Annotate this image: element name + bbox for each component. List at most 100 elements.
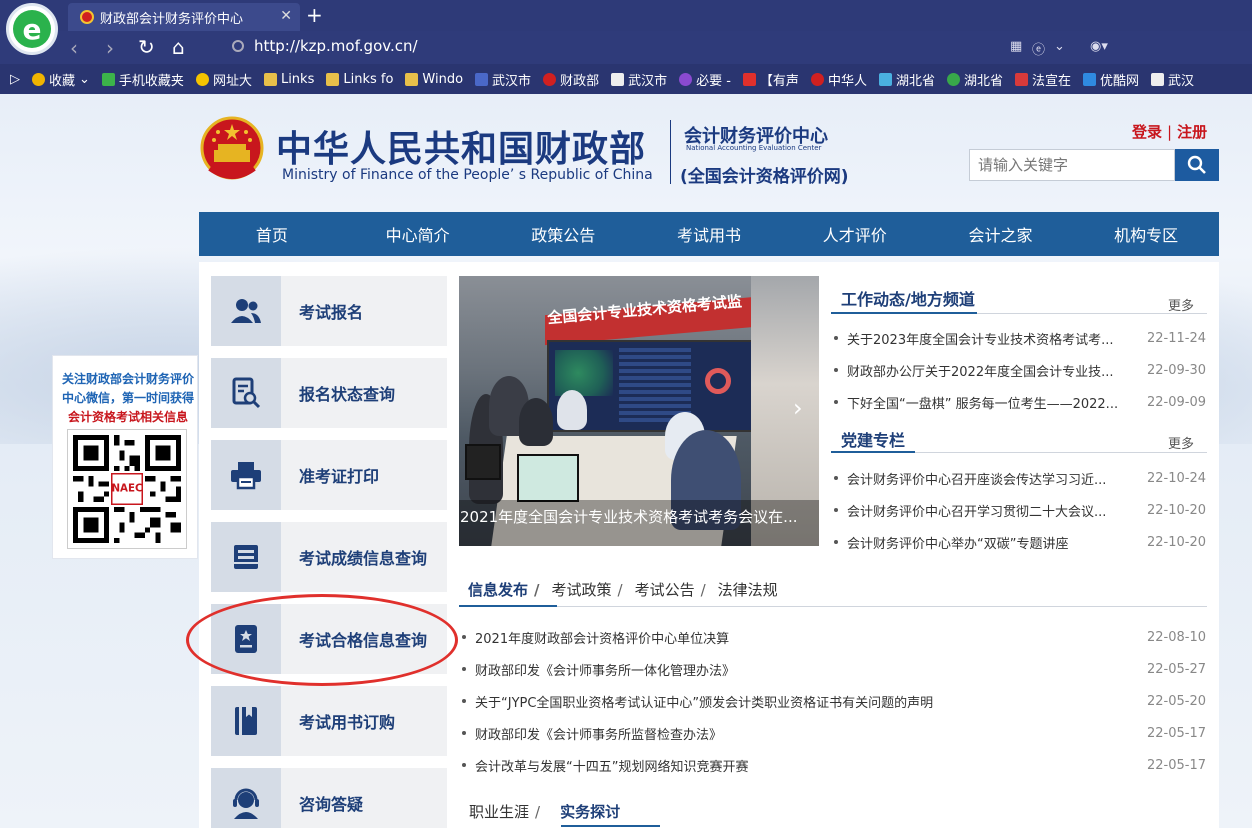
- bookmark-item[interactable]: 收藏 ⌄: [32, 70, 90, 89]
- list-item[interactable]: 关于2023年度全国会计专业技术资格考试考... 22-11-24: [834, 322, 1206, 354]
- service-book-order[interactable]: 考试用书订购: [211, 686, 447, 756]
- bookmark-item[interactable]: Links fo: [326, 72, 393, 87]
- more-link-party[interactable]: 更多: [1168, 433, 1194, 452]
- service-admission-print[interactable]: 准考证打印: [211, 440, 447, 510]
- search-engine-icon[interactable]: ◉▾: [1090, 39, 1108, 54]
- youku-icon: [1083, 72, 1096, 86]
- gov-favicon-icon: [80, 10, 94, 24]
- bookmark-item[interactable]: 网址大: [195, 70, 252, 89]
- circle-logo-icon: [679, 72, 693, 86]
- qr-scan-icon[interactable]: ▦: [1010, 39, 1022, 54]
- tab-underline: [561, 825, 660, 827]
- bookmark-item[interactable]: 手机收藏夹: [101, 70, 184, 89]
- nav-institution[interactable]: 机构专区: [1073, 212, 1219, 256]
- nav-policy[interactable]: 政策公告: [490, 212, 636, 256]
- gov-emblem-icon: [543, 72, 557, 86]
- service-exam-registration[interactable]: 考试报名: [211, 276, 447, 346]
- back-icon[interactable]: ‹: [70, 36, 78, 60]
- users-icon: [231, 299, 261, 323]
- address-bar: ‹ › ↻ ⌂ http://kzp.mof.gov.cn/ ▦ ⓔ ⌄ ◉▾: [0, 31, 1252, 64]
- nav-talent[interactable]: 人才评价: [782, 212, 928, 256]
- service-consultation[interactable]: 咨询答疑: [211, 768, 447, 828]
- tab-exam-notice[interactable]: 考试公告 /: [635, 579, 706, 600]
- bookmark-item[interactable]: Windo: [405, 72, 463, 87]
- section-title-party[interactable]: 党建专栏: [841, 427, 905, 451]
- printer-icon: [231, 462, 261, 490]
- service-score-query[interactable]: 考试成绩信息查询: [211, 522, 447, 592]
- tab-exam-policy[interactable]: 考试政策 /: [552, 579, 623, 600]
- bookmark-item[interactable]: 湖北省: [878, 70, 935, 89]
- service-label: 考试报名: [299, 303, 364, 322]
- forward-icon[interactable]: ›: [106, 36, 114, 60]
- image-slider[interactable]: 全国会计专业技术资格考试监 2021年度全国会计专业技术资格考试考务会议在...…: [459, 276, 819, 546]
- bottom-tabs: 职业生涯 / 实务探讨: [469, 801, 632, 822]
- folder-icon: [263, 72, 277, 86]
- title-divider: [670, 120, 671, 184]
- bookmark-item[interactable]: 优酷网: [1083, 70, 1139, 89]
- browser-logo[interactable]: e: [6, 3, 58, 55]
- bookmark-item[interactable]: 【有声: [742, 70, 799, 89]
- bookmark-item[interactable]: 武汉市: [475, 70, 531, 89]
- chevron-down-icon[interactable]: ⌄: [1054, 39, 1065, 54]
- bookmark-item[interactable]: 武汉市: [611, 70, 667, 89]
- list-item[interactable]: 下好全国“一盘棋” 服务每一位考生——2022... 22-09-09: [834, 386, 1206, 418]
- tab-underline: [459, 605, 557, 607]
- star-icon: [32, 72, 45, 86]
- list-item[interactable]: 关于“JYPC全国职业资格考试认证中心”颁发会计类职业资格证书有关问题的声明 22…: [462, 685, 1206, 717]
- register-link[interactable]: 注册: [1177, 123, 1207, 141]
- new-tab-icon[interactable]: +: [306, 3, 323, 27]
- bookmark-item[interactable]: 湖北省: [946, 70, 1003, 89]
- bookmark-item[interactable]: Links: [263, 72, 314, 87]
- nav-home[interactable]: 首页: [199, 212, 345, 256]
- slider-caption[interactable]: 2021年度全国会计专业技术资格考试考务会议在...: [459, 500, 819, 546]
- list-item[interactable]: 财政部办公厅关于2022年度全国会计专业技... 22-09-30: [834, 354, 1206, 386]
- service-registration-status[interactable]: 报名状态查询: [211, 358, 447, 428]
- tab-laws[interactable]: 法律法规: [718, 579, 778, 600]
- bookmark-item[interactable]: 必要 -: [679, 70, 731, 89]
- info-news-list: 2021年度财政部会计资格评价中心单位决算 22-08-10 财政部印发《会计师事…: [462, 621, 1206, 781]
- folder-icon: [326, 72, 340, 86]
- service-label: 准考证打印: [299, 467, 380, 486]
- site-info-icon[interactable]: [232, 40, 244, 52]
- list-item[interactable]: 财政部印发《会计师事务所监督检查办法》 22-05-17: [462, 717, 1206, 749]
- service-pass-query[interactable]: 考试合格信息查询: [211, 604, 447, 674]
- list-item[interactable]: 财政部印发《会计师事务所一体化管理办法》 22-05-27: [462, 653, 1206, 685]
- sidebar-toggle-icon[interactable]: ▷: [10, 72, 20, 87]
- login-link[interactable]: 登录: [1132, 123, 1162, 141]
- section-underline: [831, 312, 977, 314]
- main-nav: 首页 中心简介 政策公告 考试用书 人才评价 会计之家 机构专区: [199, 212, 1219, 256]
- mobile-icon: [101, 72, 115, 86]
- list-item[interactable]: 会计财务评价中心召开座谈会传达学习习近... 22-10-24: [834, 462, 1206, 494]
- list-item[interactable]: 会计财务评价中心召开学习贯彻二十大会议... 22-10-20: [834, 494, 1206, 526]
- url-field[interactable]: http://kzp.mof.gov.cn/: [254, 37, 418, 55]
- auth-links: 登录 | 注册: [1132, 123, 1208, 141]
- service-label: 考试合格信息查询: [299, 631, 428, 650]
- ie-mode-icon[interactable]: ⓔ: [1032, 39, 1045, 58]
- search-button[interactable]: [1175, 149, 1219, 181]
- plus-icon: [195, 72, 209, 86]
- nav-about[interactable]: 中心简介: [345, 212, 491, 256]
- tab-info-release[interactable]: 信息发布 /: [468, 579, 540, 600]
- nav-accountant-home[interactable]: 会计之家: [928, 212, 1074, 256]
- bookmark-item[interactable]: 武汉: [1151, 70, 1194, 89]
- search-input[interactable]: [969, 149, 1175, 181]
- party-news-list: 会计财务评价中心召开座谈会传达学习习近... 22-10-24 会计财务评价中心召…: [834, 462, 1206, 558]
- list-item[interactable]: 会计财务评价中心举办“双碳”专题讲座 22-10-20: [834, 526, 1206, 558]
- more-link-work[interactable]: 更多: [1168, 295, 1194, 314]
- chevron-right-icon[interactable]: ›: [793, 394, 803, 422]
- list-item[interactable]: 会计改革与发展“十四五”规划网络知识竞赛开赛 22-05-17: [462, 749, 1206, 781]
- close-icon[interactable]: ✕: [280, 8, 292, 24]
- grid-icon: [475, 72, 489, 86]
- tab-career[interactable]: 职业生涯 /: [469, 801, 540, 822]
- bookmark-item[interactable]: 法宣在: [1014, 70, 1071, 89]
- bookmark-item[interactable]: 财政部: [543, 70, 599, 89]
- tab-practice[interactable]: 实务探讨: [560, 801, 620, 822]
- section-title-work[interactable]: 工作动态/地方频道: [841, 286, 975, 310]
- bookmark-item[interactable]: 中华人: [810, 70, 867, 89]
- browser-tab[interactable]: 财政部会计财务评价中心 ✕: [68, 3, 300, 31]
- reload-icon[interactable]: ↻: [138, 35, 155, 59]
- home-icon[interactable]: ⌂: [172, 35, 185, 59]
- nav-books[interactable]: 考试用书: [636, 212, 782, 256]
- site-title: 中华人民共和国财政部: [276, 129, 647, 170]
- list-item[interactable]: 2021年度财政部会计资格评价中心单位决算 22-08-10: [462, 621, 1206, 653]
